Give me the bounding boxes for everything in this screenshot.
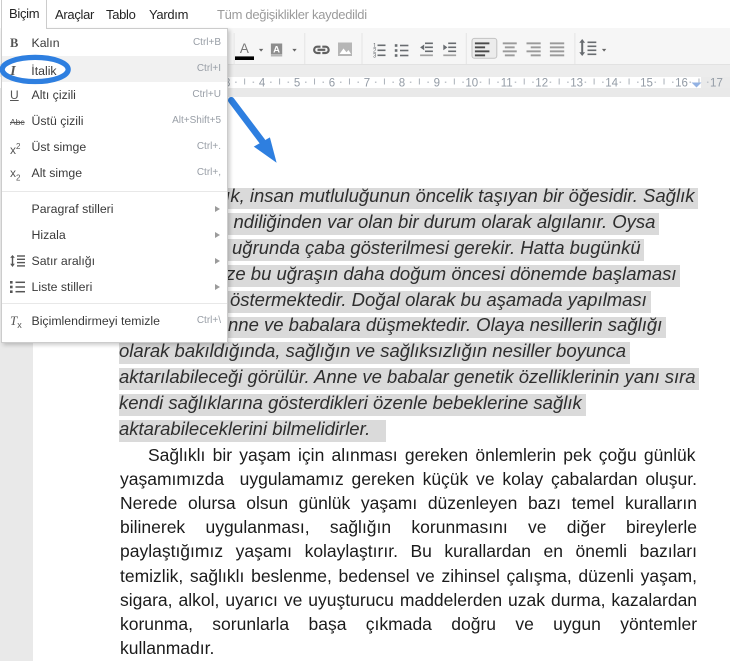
svg-text:5: 5 [294, 77, 300, 89]
svg-text:I: I [9, 64, 16, 79]
svg-text:9: 9 [434, 77, 440, 89]
svg-text:6: 6 [329, 77, 335, 89]
svg-text:A: A [273, 44, 280, 55]
svg-text:12: 12 [535, 77, 548, 89]
svg-text:15: 15 [640, 77, 653, 89]
svg-text:14: 14 [605, 77, 618, 89]
svg-text:A: A [240, 41, 249, 56]
svg-text:16: 16 [675, 77, 688, 89]
svg-text:4: 4 [259, 77, 266, 89]
svg-text:3: 3 [373, 54, 377, 60]
svg-text:17: 17 [710, 77, 723, 89]
svg-text:10: 10 [465, 77, 478, 89]
svg-text:13: 13 [570, 77, 583, 89]
svg-text:İtalik: İtalik [31, 64, 57, 78]
svg-text:11: 11 [501, 77, 513, 89]
svg-text:8: 8 [399, 77, 405, 89]
svg-text:7: 7 [364, 77, 370, 89]
